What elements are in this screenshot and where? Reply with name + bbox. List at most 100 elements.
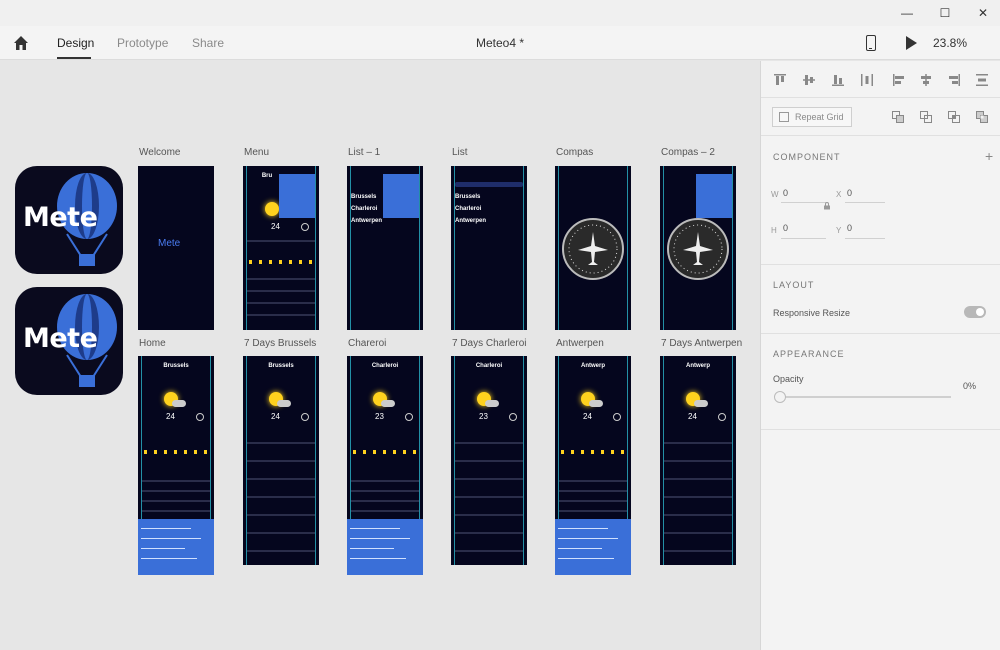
align-center-icon[interactable]	[920, 74, 932, 86]
x-input[interactable]: 0	[847, 188, 852, 198]
artboard-compas[interactable]	[555, 166, 631, 330]
artboard-welcome[interactable]: Mete	[138, 166, 214, 330]
artboard-city-title: Brussels	[163, 363, 189, 369]
dropdown-menu	[383, 174, 419, 218]
panel-text-line	[350, 538, 410, 539]
align-left-icon[interactable]	[893, 74, 905, 86]
distribute-vertical-icon[interactable]	[976, 74, 988, 86]
align-middle-icon[interactable]	[803, 74, 815, 86]
hourly-icons	[353, 450, 419, 454]
artboard-antwerpen[interactable]: Antwerp 24	[555, 356, 631, 575]
design-canvas[interactable]: Mete Mete Welcome Menu List – 1 List Com…	[0, 61, 760, 650]
layout-guide	[558, 166, 559, 330]
compass-icon	[301, 413, 309, 421]
artboard-menu[interactable]: Bru 24	[243, 166, 319, 330]
layout-section-title: LAYOUT	[773, 280, 815, 290]
artboard-label-7-days-brussels[interactable]: 7 Days Brussels	[244, 338, 316, 349]
opacity-slider-handle[interactable]	[774, 391, 786, 403]
artboard-list-1[interactable]: Brussels Charleroi Antwerpen	[347, 166, 423, 330]
tab-prototype[interactable]: Prototype	[117, 36, 168, 50]
boolean-subtract-icon[interactable]	[920, 111, 932, 123]
artboard-7-days-charleroi[interactable]: Charleroi 23	[451, 356, 527, 565]
search-bar	[455, 182, 523, 187]
cloud-icon	[485, 400, 499, 407]
artboard-label-compas[interactable]: Compas	[556, 147, 593, 158]
divider	[559, 510, 627, 512]
artboard-compas-2[interactable]	[660, 166, 736, 330]
app-icon-text: Mete	[23, 202, 98, 233]
day-row	[455, 478, 523, 480]
artboard-label-welcome[interactable]: Welcome	[139, 147, 181, 158]
tab-share[interactable]: Share	[192, 36, 224, 50]
day-row	[455, 532, 523, 534]
artboard-label-chareroi[interactable]: Chareroi	[348, 338, 386, 349]
lock-icon[interactable]	[823, 202, 831, 210]
document-title: Meteo4 *	[475, 36, 525, 50]
day-row	[247, 442, 315, 444]
artboard-home[interactable]: Brussels 24	[138, 356, 214, 575]
artboard-label-7-days-charleroi[interactable]: 7 Days Charleroi	[452, 338, 526, 349]
device-preview-icon[interactable]	[866, 35, 876, 51]
divider	[559, 480, 627, 482]
artboard-7-days-antwerpen[interactable]: Antwerp 24	[660, 356, 736, 565]
y-input[interactable]: 0	[847, 223, 852, 233]
component-section-title: COMPONENT	[773, 152, 841, 162]
repeat-grid-button[interactable]: Repeat Grid	[772, 107, 852, 127]
artboard-list[interactable]: Brussels Charleroi Antwerpen	[451, 166, 527, 330]
home-icon[interactable]	[12, 34, 30, 52]
distribute-horizontal-icon[interactable]	[861, 74, 873, 86]
artboard-label-home[interactable]: Home	[139, 338, 166, 349]
artboard-label-menu[interactable]: Menu	[244, 147, 269, 158]
compass-icon	[613, 413, 621, 421]
opacity-slider-track[interactable]	[781, 396, 951, 398]
layout-guide	[454, 166, 455, 330]
day-row	[455, 496, 523, 498]
artboard-label-compas-2[interactable]: Compas – 2	[661, 147, 715, 158]
artboard-chareroi[interactable]: Charleroi 23	[347, 356, 423, 575]
day-row	[664, 550, 732, 552]
repeat-grid-row: Repeat Grid	[761, 98, 1000, 136]
day-row	[455, 460, 523, 462]
divider	[142, 510, 210, 512]
zoom-level[interactable]: 23.8%	[933, 36, 967, 50]
artboard-label-antwerpen[interactable]: Antwerpen	[556, 338, 604, 349]
temperature: 24	[166, 412, 175, 421]
section-divider	[761, 429, 1000, 430]
width-input[interactable]: 0	[783, 188, 788, 198]
artboard-label-list-1[interactable]: List – 1	[348, 147, 380, 158]
hourly-icons	[144, 450, 210, 454]
compass-icon	[718, 413, 726, 421]
align-bottom-icon[interactable]	[832, 74, 844, 86]
artboard-label-list[interactable]: List	[452, 147, 468, 158]
boolean-exclude-icon[interactable]	[976, 111, 988, 123]
divider	[559, 490, 627, 492]
tab-design[interactable]: Design	[57, 36, 94, 50]
play-icon[interactable]	[906, 36, 917, 50]
panel-text-line	[350, 558, 406, 559]
app-icon-large[interactable]: Mete	[15, 166, 123, 274]
responsive-resize-toggle[interactable]	[964, 306, 986, 318]
properties-panel: Repeat Grid COMPONENT + W 0 X 0 H 0 Y 0 …	[760, 61, 1000, 650]
close-button[interactable]: ✕	[960, 0, 1000, 26]
layout-guide	[627, 166, 628, 330]
artboard-label-7-days-antwerpen[interactable]: 7 Days Antwerpen	[661, 338, 742, 349]
divider	[247, 302, 315, 304]
app-icon-text: Mete	[23, 323, 98, 354]
day-row	[664, 460, 732, 462]
artboard-7-days-brussels[interactable]: Brussels 24	[243, 356, 319, 565]
panel-text-line	[141, 548, 185, 549]
layout-guide	[419, 166, 420, 330]
align-top-icon[interactable]	[774, 74, 786, 86]
day-row	[247, 496, 315, 498]
toolbar: Design Prototype Share Meteo4 * 23.8%	[0, 26, 1000, 60]
title-bar: — ☐ ✕	[0, 0, 1000, 26]
height-input[interactable]: 0	[783, 223, 788, 233]
boolean-intersect-icon[interactable]	[948, 111, 960, 123]
align-right-icon[interactable]	[948, 74, 960, 86]
opacity-value[interactable]: 0%	[963, 381, 976, 391]
app-icon-small[interactable]: Mete	[15, 287, 123, 395]
divider	[142, 500, 210, 502]
divider	[351, 480, 419, 482]
boolean-add-icon[interactable]	[892, 111, 904, 123]
add-component-icon[interactable]: +	[985, 148, 993, 164]
